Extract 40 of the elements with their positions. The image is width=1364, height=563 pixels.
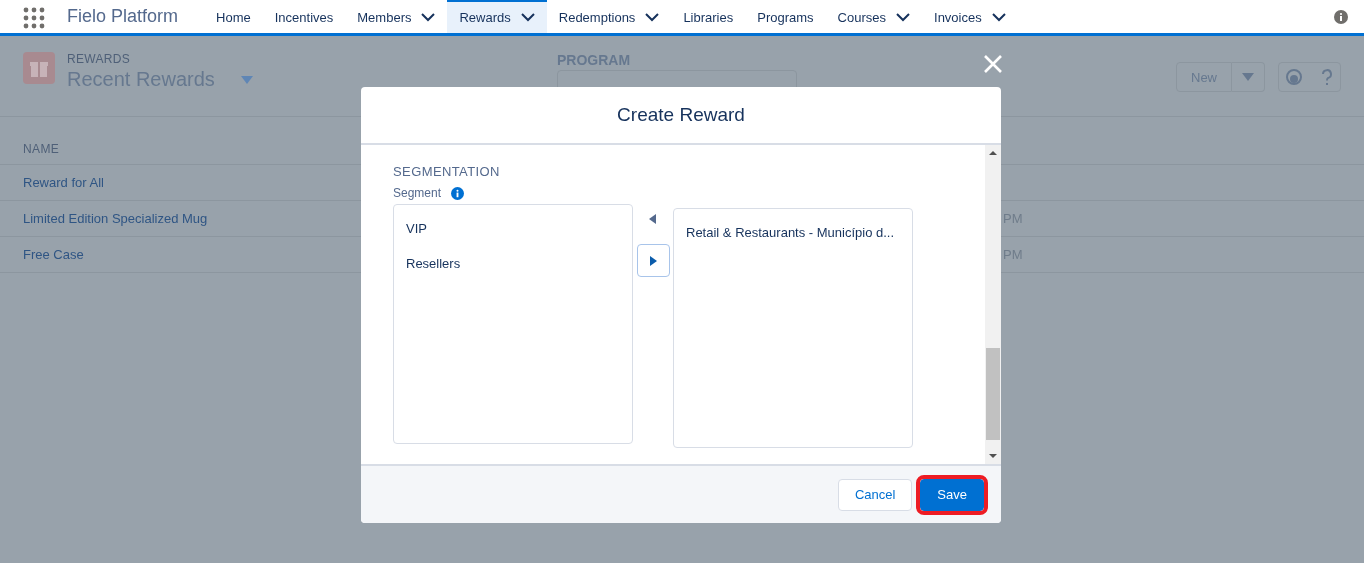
- nav-tab[interactable]: Home: [204, 0, 263, 33]
- list-option[interactable]: VIP: [394, 211, 632, 246]
- field-label: Segment: [393, 186, 442, 200]
- close-icon[interactable]: [983, 54, 1003, 74]
- move-right-button[interactable]: [636, 244, 670, 277]
- nav-tab-label: Courses: [837, 10, 886, 25]
- nav-tab-label: Programs: [757, 10, 814, 25]
- nav-tab[interactable]: Programs: [745, 0, 826, 33]
- caret-icon: [1242, 73, 1254, 81]
- nav-tab[interactable]: Incentives: [262, 0, 346, 33]
- nav-tab-label: Libraries: [683, 10, 734, 25]
- nav-tab[interactable]: Rewards: [447, 0, 547, 33]
- nav-tab-label: Rewards: [459, 10, 511, 25]
- nav-tab-label: Redemptions: [558, 10, 636, 25]
- info-icon[interactable]: [1334, 10, 1348, 24]
- list-option[interactable]: Resellers: [394, 246, 632, 281]
- nav-tab-label: Incentives: [274, 10, 334, 25]
- scrollbar-thumb[interactable]: [986, 348, 1000, 440]
- gift-icon: [23, 52, 55, 84]
- object-label: REWARDS: [67, 52, 131, 66]
- help-icon: [1284, 68, 1335, 86]
- nav-tab[interactable]: Courses: [825, 0, 922, 33]
- column-header: NAME: [23, 142, 60, 156]
- nav-tab-label: Members: [357, 10, 412, 25]
- scrollbar[interactable]: [985, 145, 1001, 464]
- nav-tab[interactable]: Members: [345, 0, 448, 33]
- modal-title: Create Reward: [617, 104, 745, 126]
- list-option[interactable]: Retail & Restaurants - Município d...: [674, 215, 912, 250]
- info-icon[interactable]: [451, 186, 465, 200]
- nav-tab-label: Home: [216, 10, 251, 25]
- nav-tab-label: Invoices: [934, 10, 982, 25]
- app-launcher-icon[interactable]: [23, 7, 45, 29]
- nav-tab[interactable]: Redemptions: [546, 0, 672, 33]
- app-name: Fielo Platform: [67, 5, 179, 28]
- move-left-icon[interactable]: [649, 214, 657, 224]
- move-right-icon: [649, 255, 657, 266]
- section-heading: SEGMENTATION: [393, 164, 501, 179]
- nav-tab[interactable]: Libraries: [671, 0, 746, 33]
- cancel-button[interactable]: Cancel: [837, 478, 913, 511]
- nav-tab[interactable]: Invoices: [922, 0, 1018, 33]
